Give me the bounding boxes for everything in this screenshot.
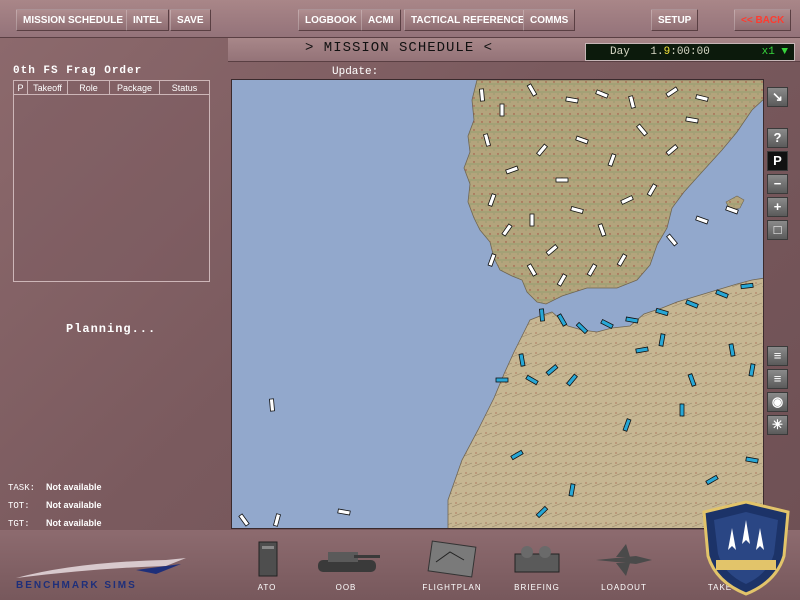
friendly-unit-marker[interactable]: [269, 398, 275, 412]
layers-icon: ≡: [773, 348, 782, 363]
square-icon: □: [773, 222, 782, 237]
squadron-badge: [702, 500, 790, 596]
expand-icon: ↘: [772, 89, 783, 104]
clock-day: 1.: [650, 46, 664, 58]
friendly-unit-marker[interactable]: [499, 103, 505, 117]
intel-button[interactable]: INTEL: [126, 9, 169, 31]
setup-button[interactable]: SETUP: [651, 9, 699, 31]
enemy-unit-marker[interactable]: [539, 308, 545, 322]
time-compression-selector[interactable]: x1 ▼: [762, 44, 788, 60]
map-expand-button[interactable]: ↘: [767, 87, 788, 107]
nav-briefing[interactable]: BRIEFING: [497, 538, 577, 594]
pause-icon: P: [773, 153, 782, 168]
column-header-takeoff[interactable]: Takeoff: [28, 81, 68, 94]
column-header-status[interactable]: Status: [160, 81, 209, 94]
tot-label: TOT:: [8, 501, 30, 511]
weather-button[interactable]: ☀: [767, 415, 788, 435]
column-header-priority[interactable]: P: [14, 81, 28, 94]
weather-icon: ☀: [771, 417, 784, 432]
map-canvas[interactable]: [232, 80, 764, 529]
frag-order-table[interactable]: P Takeoff Role Package Status: [13, 80, 210, 282]
pause-button[interactable]: P: [767, 151, 788, 171]
map-center-button[interactable]: □: [767, 220, 788, 240]
campaign-map[interactable]: [231, 79, 764, 529]
nav-oob[interactable]: OOB: [306, 538, 386, 594]
layer-filter-button[interactable]: ≡: [767, 346, 788, 366]
nav-flightplan-label: FLIGHTPLAN: [422, 583, 482, 592]
friendly-unit-marker[interactable]: [529, 213, 535, 227]
task-value: Not available: [46, 482, 102, 492]
briefing-icon: [514, 546, 560, 573]
clock-day-label: Day: [610, 46, 630, 58]
layer-filter-2-button[interactable]: ≡: [767, 369, 788, 389]
tactical-reference-button[interactable]: TACTICAL REFERENCE: [404, 9, 532, 31]
zoom-in-button[interactable]: +: [767, 197, 788, 217]
flightplan-icon: [427, 540, 477, 578]
tank-icon: [318, 552, 380, 572]
ato-icon: [258, 541, 278, 577]
tgt-info-row: TGT: Not available: [8, 518, 102, 529]
update-label: Update:: [332, 66, 379, 78]
enemy-unit-marker[interactable]: [495, 377, 509, 383]
nav-flightplan[interactable]: FLIGHTPLAN: [412, 538, 492, 594]
column-header-role[interactable]: Role: [68, 81, 110, 94]
nav-briefing-label: BRIEFING: [514, 583, 560, 592]
benchmark-sims-logo-text: BENCHMARK SIMS: [16, 580, 137, 591]
benchmark-sims-logo: [16, 558, 186, 578]
nav-ato-label: ATO: [257, 583, 277, 592]
page-title: > MISSION SCHEDULE <: [305, 40, 494, 56]
help-button[interactable]: ?: [767, 128, 788, 148]
logbook-button[interactable]: LOGBOOK: [298, 9, 364, 31]
nav-loadout-label: LOADOUT: [601, 583, 647, 592]
layers-alt-icon: ≡: [773, 371, 782, 386]
top-menu-bar: MISSION SCHEDULE INTEL SAVE LOGBOOK ACMI…: [0, 0, 800, 38]
help-icon: ?: [773, 130, 782, 145]
column-header-package[interactable]: Package: [110, 81, 160, 94]
clock-minutes-seconds: :00:00: [670, 46, 710, 58]
planning-status: Planning...: [66, 322, 157, 336]
nav-loadout[interactable]: LOADOUT: [584, 538, 664, 594]
mission-clock[interactable]: Day 1.9:00:00 x1 ▼: [585, 43, 795, 61]
enemy-unit-marker[interactable]: [679, 403, 685, 417]
comms-button[interactable]: COMMS: [523, 9, 576, 31]
radar-icon: ◉: [771, 394, 784, 409]
acmi-button[interactable]: ACMI: [361, 9, 401, 31]
back-button[interactable]: << BACK: [734, 9, 792, 31]
frag-order-title: 0th FS Frag Order: [13, 65, 143, 77]
nav-oob-label: OOB: [335, 583, 357, 592]
jet-icon: [596, 544, 652, 576]
frag-order-header: P Takeoff Role Package Status: [14, 81, 209, 95]
tgt-value: Not available: [46, 518, 102, 528]
zoom-out-icon: −: [773, 176, 782, 191]
tgt-label: TGT:: [8, 519, 30, 529]
friendly-unit-marker[interactable]: [479, 88, 485, 102]
tot-info-row: TOT: Not available: [8, 500, 102, 511]
task-label: TASK:: [8, 483, 36, 493]
tot-value: Not available: [46, 500, 102, 510]
friendly-unit-marker[interactable]: [555, 177, 569, 183]
mission-schedule-button[interactable]: MISSION SCHEDULE: [16, 9, 131, 31]
nav-ato[interactable]: ATO: [227, 538, 307, 594]
save-button[interactable]: SAVE: [170, 9, 211, 31]
zoom-in-icon: +: [773, 199, 782, 214]
zoom-out-button[interactable]: −: [767, 174, 788, 194]
threat-button[interactable]: ◉: [767, 392, 788, 412]
task-info-row: TASK: Not available: [8, 482, 102, 493]
